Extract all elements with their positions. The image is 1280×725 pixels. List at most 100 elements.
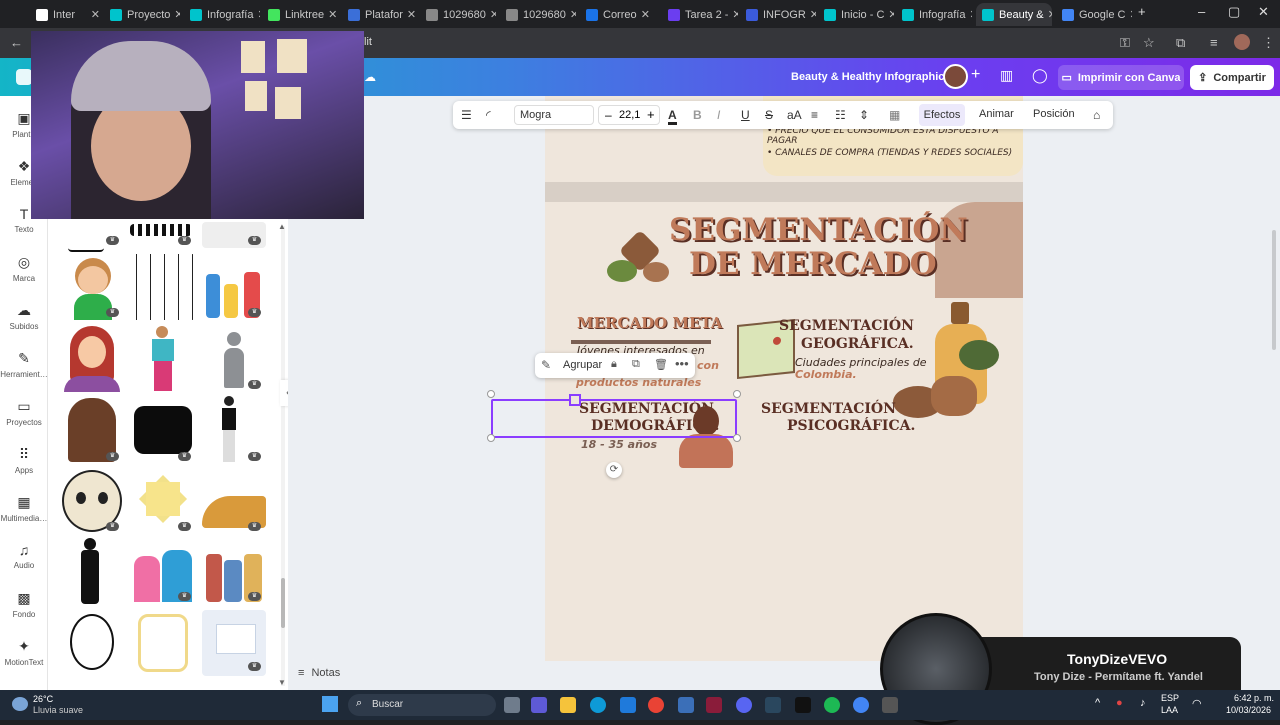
store-icon[interactable] [620,697,636,713]
font-family-select[interactable]: Mogra [514,105,594,125]
chrome-icon[interactable] [648,697,664,713]
profile-avatar[interactable] [1234,34,1250,50]
chrome-active-icon[interactable] [853,697,869,713]
group-button[interactable]: Agrupar [563,359,602,371]
element-sun[interactable] [132,468,194,530]
share-button[interactable]: ⇪ Compartir [1190,65,1274,90]
clock-time[interactable]: 6:42 p. m. [1234,693,1274,703]
media-app-icon[interactable] [882,697,898,713]
spacing-icon[interactable]: ⇕ [859,108,869,122]
maximize-icon[interactable]: ▢ [1228,4,1240,20]
design-page[interactable]: • PRECIO QUE EL CONSUMIDOR ESTÁ DISPUEST… [545,96,1023,661]
tab-close-icon[interactable]: ✕ [1125,8,1132,21]
rail-item[interactable]: ▦ Multimedia… [0,494,48,523]
browser-tab[interactable]: Beauty &✕ [976,3,1052,26]
widgets-icon[interactable] [531,697,547,713]
task-view-icon[interactable] [504,697,520,713]
strikethrough-icon[interactable]: S [765,108,773,122]
sacha-inchi-seeds-illustration[interactable] [607,229,673,290]
tab-close-icon[interactable]: ✕ [806,8,816,21]
steam-icon[interactable] [765,697,781,713]
rail-item[interactable]: ✦ MotionText [0,638,48,667]
more-options-icon[interactable]: ••• [675,356,689,371]
mail-icon[interactable] [678,697,694,713]
element-barcode[interactable] [130,224,192,236]
font-size-input[interactable]: 22,1 [619,109,640,121]
tab-close-icon[interactable]: ✕ [403,8,416,21]
underline-icon[interactable]: U [741,108,750,122]
microphone-icon[interactable]: ♪ [1140,697,1146,709]
key-icon[interactable]: ⚿ [1120,35,1130,51]
increase-size-button[interactable]: + [647,107,655,122]
app-icon[interactable] [706,697,722,713]
sacha-inchi-pods[interactable] [893,376,989,422]
resize-handle-tl[interactable] [487,390,495,398]
address-bar[interactable]: lit [364,36,372,48]
decrease-size-button[interactable]: – [605,108,612,122]
tab-close-icon[interactable]: ✕ [87,8,100,21]
rail-item[interactable]: ▭ Proyectos [0,398,48,427]
geo-line1[interactable]: SEGMENTACIÓN [779,318,914,334]
meta-line2[interactable]: con [697,359,719,372]
weather-temp[interactable]: 26°C [33,694,53,704]
position-button[interactable]: Posición [1033,108,1075,120]
title-line2[interactable]: DE MERCADO [689,246,937,282]
bookmark-star-icon[interactable]: ☆ [1143,35,1155,51]
spotify-icon[interactable] [824,697,840,713]
tab-close-icon[interactable]: ✕ [324,8,337,21]
element-man-walking[interactable] [212,396,248,462]
italic-icon[interactable]: I [717,108,720,122]
analytics-icon[interactable]: ▥ [1000,67,1013,84]
window-close-icon[interactable]: ✕ [1258,4,1269,20]
discord-icon[interactable] [736,697,752,713]
resize-handle-br[interactable] [733,434,741,442]
bullet-channels[interactable]: • CANALES DE COMPRA (TIENDAS Y REDES SOC… [767,148,1012,158]
rail-item[interactable]: ⠿ Apps [0,446,48,475]
browser-tab[interactable]: Platafor ✕ [342,3,418,26]
curve-text-icon[interactable]: ◜ [486,108,491,122]
browser-tab[interactable]: Google C✕ [1056,3,1132,26]
delete-icon[interactable]: 🗑︎ [654,358,668,371]
element-orange-wave[interactable] [202,472,266,528]
tab-close-icon[interactable]: ✕ [728,8,738,21]
home-icon[interactable] [16,69,32,85]
animate-button[interactable]: Animar [979,108,1014,120]
resize-handle-tr[interactable] [733,390,741,398]
tab-close-icon[interactable]: ✕ [965,8,972,21]
element-woman-avatar[interactable] [60,326,124,392]
browser-tab[interactable]: 1029680 ✕ [420,3,496,26]
file-explorer-icon[interactable] [560,697,576,713]
element-squiggle[interactable] [68,226,104,252]
browser-tab[interactable]: Inicio - C ✕ [818,3,894,26]
browser-tab[interactable]: Linktree ✕ [262,3,338,26]
geo-line2[interactable]: GEOGRÁFICA. [801,336,914,352]
element-sketch-people[interactable] [130,254,196,320]
rail-item[interactable]: ✎ Herramient… [0,350,48,379]
psico-line2[interactable]: PSICOGRÁFICA. [787,418,915,434]
bold-icon[interactable]: B [693,108,702,122]
browser-tab[interactable]: Proyecto ✕ [104,3,180,26]
demo-desc[interactable]: 18 - 35 años [581,438,657,451]
minimize-icon[interactable]: – [1198,4,1205,19]
browser-tab[interactable]: Infografía✕ [896,3,972,26]
element-floral-frame[interactable] [134,610,192,676]
copy-style-icon[interactable]: ⌂ [1093,108,1100,122]
rail-item[interactable]: ♫ Audio [0,542,48,570]
media-control-icon[interactable]: ≡ [1210,35,1218,50]
element-silhouette[interactable] [78,538,102,604]
scroll-up-icon[interactable]: ▲ [278,222,286,231]
scroll-down-icon[interactable]: ▼ [278,678,286,687]
browser-tab[interactable]: Correo ✕ [580,3,656,26]
tab-close-icon[interactable]: ✕ [1044,8,1052,21]
weather-desc[interactable]: Lluvia suave [33,705,83,715]
back-icon[interactable]: ← [10,35,23,50]
browser-tab[interactable]: Tarea 2 - ✕ [662,3,738,26]
design-title[interactable]: Beauty & Healthy Infographic [791,71,944,83]
menu-icon[interactable]: ⋮ [1262,35,1275,51]
selection-box[interactable] [491,399,737,438]
print-button[interactable]: ▭ Imprimir con Canva [1058,65,1184,90]
geo-desc2[interactable]: Colombia. [795,368,857,381]
magic-edit-icon[interactable]: ✎ [541,358,551,372]
tiktok-icon[interactable] [795,697,811,713]
element-teen-standing[interactable] [148,326,178,392]
